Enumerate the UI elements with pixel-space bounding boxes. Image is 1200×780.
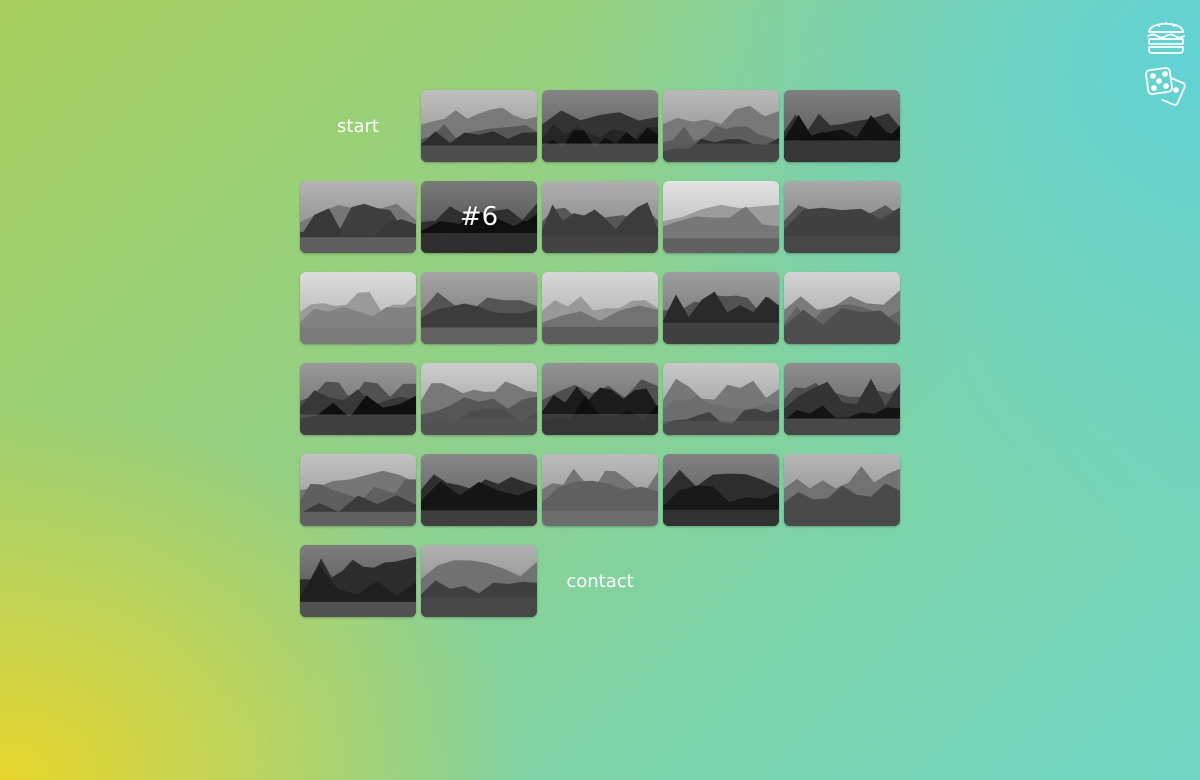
photo-thumbnail <box>542 181 658 253</box>
photo-tile-storm-lake[interactable] <box>300 363 416 435</box>
photo-thumbnail <box>542 272 658 344</box>
photo-tile-misty-ranges[interactable] <box>542 363 658 435</box>
photo-tile-lake-town[interactable] <box>784 272 900 344</box>
photo-tile-alpine-lake[interactable] <box>421 454 537 526</box>
photo-tile-cloudy-valley[interactable] <box>784 454 900 526</box>
photo-tile-harbor-masts[interactable] <box>542 272 658 344</box>
photo-thumbnail <box>663 454 779 526</box>
photo-thumbnail <box>300 545 416 617</box>
photo-tile-lake-hills[interactable] <box>421 272 537 344</box>
photo-tile-boathouse[interactable] <box>421 363 537 435</box>
photo-tile-forest-trees[interactable] <box>542 90 658 162</box>
photo-tile-mountain-gorge[interactable] <box>784 181 900 253</box>
photo-thumbnail <box>542 454 658 526</box>
photo-tile-pier-dusk[interactable] <box>300 454 416 526</box>
photo-thumbnail <box>663 363 779 435</box>
photo-thumbnail <box>784 272 900 344</box>
photo-thumbnail <box>300 454 416 526</box>
photo-tile-town-aerial[interactable] <box>784 363 900 435</box>
dice-icon[interactable] <box>1144 66 1188 110</box>
photo-thumbnail <box>300 181 416 253</box>
photo-tile-rooftop-tiles[interactable] <box>300 181 416 253</box>
photo-tile-coastal-town[interactable] <box>784 90 900 162</box>
photo-thumbnail <box>784 90 900 162</box>
tile-number-label: #6 <box>459 202 499 232</box>
photo-thumbnail <box>421 272 537 344</box>
photo-thumbnail <box>421 90 537 162</box>
photo-grid: start contact #6 <box>300 90 902 620</box>
photo-thumbnail <box>421 545 537 617</box>
photo-tile-old-window[interactable] <box>300 272 416 344</box>
photo-thumbnail <box>542 90 658 162</box>
photo-tile-calm-shore[interactable] <box>663 454 779 526</box>
photo-tile-castle-night[interactable] <box>421 545 537 617</box>
photo-tile-hilltop-village[interactable] <box>542 454 658 526</box>
photo-tile-clouds-boat[interactable] <box>542 181 658 253</box>
photo-tile-boat-water[interactable] <box>663 272 779 344</box>
photo-tile-hill-lake[interactable] <box>663 363 779 435</box>
photo-thumbnail <box>784 181 900 253</box>
photo-thumbnail <box>421 454 537 526</box>
photo-thumbnail <box>421 363 537 435</box>
photo-thumbnail <box>663 181 779 253</box>
photo-tile-valley-mist[interactable] <box>663 90 779 162</box>
photo-thumbnail <box>784 363 900 435</box>
photo-thumbnail <box>663 90 779 162</box>
photo-tile-lake-mountain[interactable] <box>421 90 537 162</box>
start-link[interactable]: start <box>300 90 416 162</box>
photo-thumbnail <box>663 272 779 344</box>
photo-tile-sunset-lake[interactable]: #6 <box>421 181 537 253</box>
contact-link[interactable]: contact <box>542 545 658 617</box>
corner-menu <box>1144 12 1188 110</box>
photo-thumbnail <box>300 272 416 344</box>
photo-thumbnail <box>542 363 658 435</box>
photo-tile-willow-lake[interactable] <box>300 545 416 617</box>
burger-icon[interactable] <box>1144 12 1188 56</box>
photo-thumbnail <box>300 363 416 435</box>
photo-tile-foggy-slope[interactable] <box>663 181 779 253</box>
photo-thumbnail <box>784 454 900 526</box>
